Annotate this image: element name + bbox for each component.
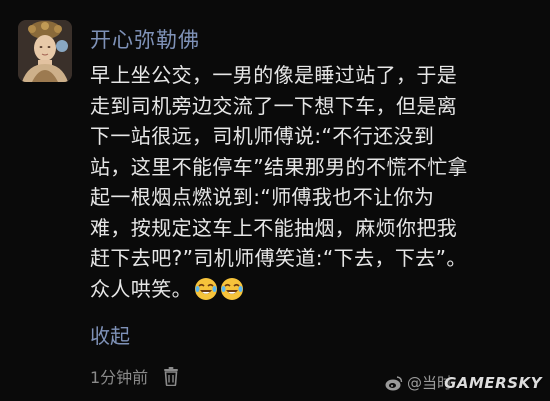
timestamp: 1分钟前	[90, 368, 149, 387]
content-line: 起一根烟点燃说到:“师傅我也不让你为	[90, 185, 435, 209]
trash-icon[interactable]	[162, 366, 180, 386]
avatar-image	[18, 20, 72, 82]
post-content: 早上坐公交，一男的像是睡过站了，于是 走到司机旁边交流了一下想下车，但是离 下一…	[90, 60, 522, 304]
content-line: 早上坐公交，一男的像是睡过站了，于是	[90, 63, 458, 87]
comment-post: 开心弥勒佛 早上坐公交，一男的像是睡过站了，于是 走到司机旁边交流了一下想下车，…	[0, 0, 550, 401]
weibo-icon	[385, 375, 403, 390]
collapse-button[interactable]: 收起	[90, 320, 130, 349]
laughing-crying-emoji-icon	[221, 277, 243, 300]
avatar[interactable]	[18, 20, 72, 82]
watermark: @当时 GAMERSKY	[385, 372, 542, 393]
content-line-last: 众人哄笑。	[90, 274, 522, 305]
content-line: 站，这里不能停车”结果那男的不慌不忙拿	[90, 154, 468, 179]
laughing-crying-emoji-icon	[195, 277, 217, 300]
content-line: 难，按规定这车上不能抽烟，麻烦你把我	[90, 215, 458, 240]
username[interactable]: 开心弥勒佛	[90, 24, 200, 54]
content-line: 众人哄笑。	[90, 276, 192, 301]
content-line: 赶下去吧?”司机师傅笑道:“下去，下去”。	[90, 246, 467, 270]
content-line: 下一站很远，司机师傅说:“不行还没到	[90, 124, 435, 148]
content-line: 走到司机旁边交流了一下想下车，但是离	[90, 93, 458, 118]
post-meta: 1分钟前	[90, 364, 180, 388]
watermark-brand: GAMERSKY	[444, 373, 542, 392]
